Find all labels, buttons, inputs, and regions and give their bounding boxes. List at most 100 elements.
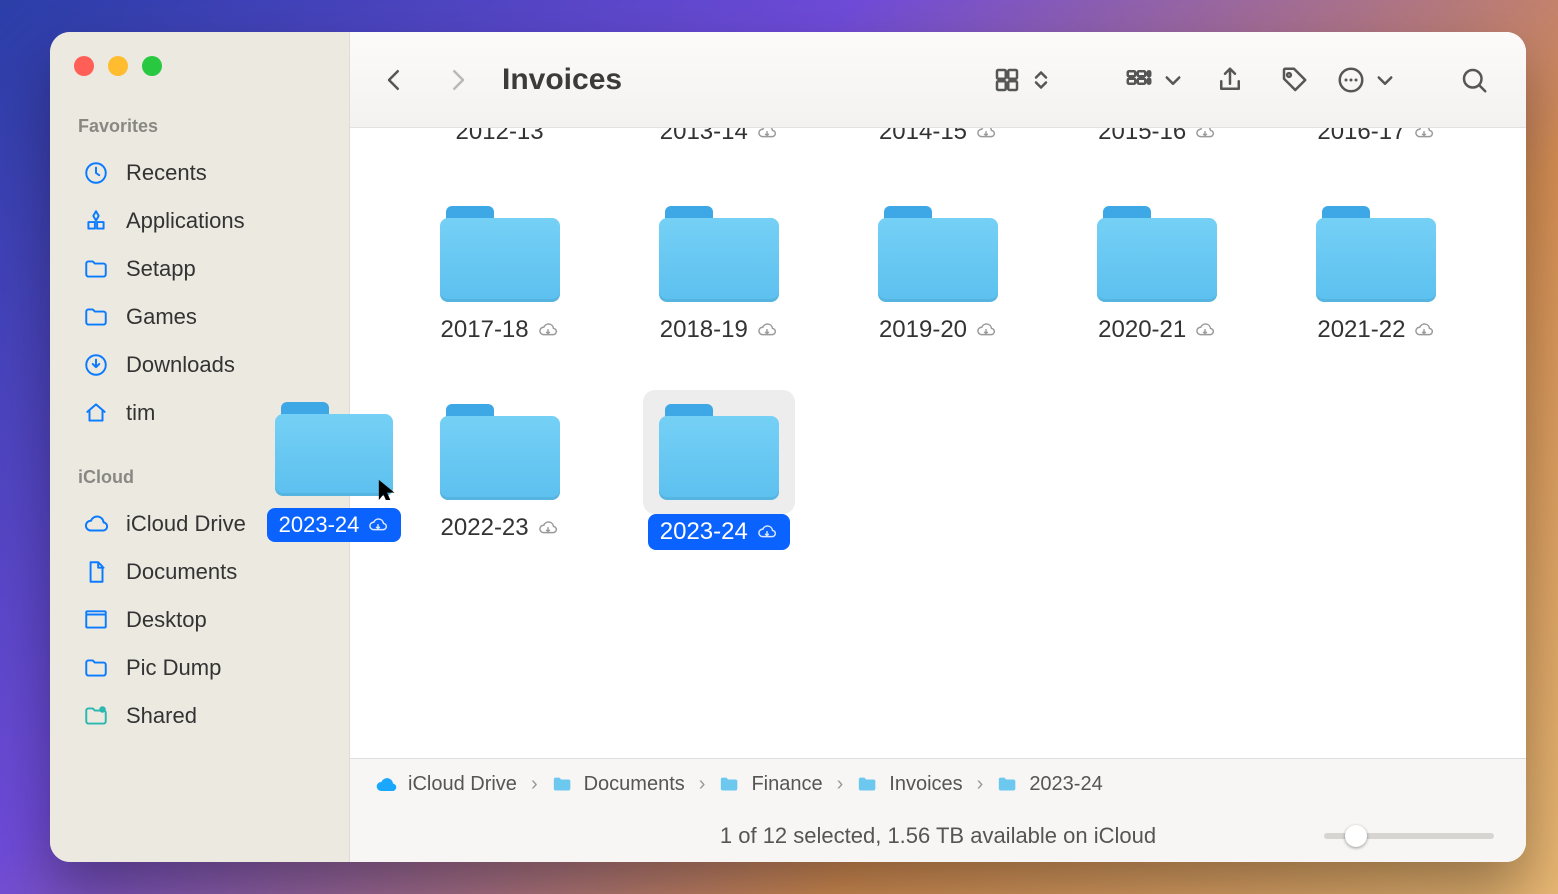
folder-icon: [997, 774, 1019, 796]
document-icon: [82, 558, 110, 586]
cloud-download-icon: [756, 319, 778, 341]
sidebar-item-games[interactable]: Games: [74, 293, 333, 341]
folder-label: 2012-13: [456, 128, 544, 146]
sidebar-item-setapp[interactable]: Setapp: [74, 245, 333, 293]
zoom-window-button[interactable]: [142, 56, 162, 76]
folder-label: 2022-23: [441, 514, 559, 542]
clock-icon: [82, 159, 110, 187]
finder-window: Favorites Recents Applications Setapp Ga…: [50, 32, 1526, 862]
sidebar-item-label: Pic Dump: [126, 655, 221, 681]
cloud-download-icon: [975, 319, 997, 341]
path-segment[interactable]: Invoices: [889, 773, 962, 796]
folder-icon: [857, 774, 879, 796]
folder-item[interactable]: 2013-14: [609, 128, 828, 146]
chevron-right-icon: ›: [699, 773, 706, 796]
sidebar-item-tim[interactable]: tim: [74, 389, 333, 437]
sidebar-item-icloud-drive[interactable]: iCloud Drive: [74, 500, 333, 548]
back-button[interactable]: [366, 52, 422, 108]
status-bar: 1 of 12 selected, 1.56 TB available on i…: [350, 810, 1526, 862]
folder-item[interactable]: 2018-19: [609, 206, 828, 344]
cloud-download-icon: [1413, 319, 1435, 341]
folder-label: 2013-14: [660, 128, 778, 146]
minimize-window-button[interactable]: [108, 56, 128, 76]
folder-icon: [719, 774, 741, 796]
folder-icon: [659, 206, 779, 302]
sidebar-item-label: Shared: [126, 703, 197, 729]
shared-folder-icon: [82, 702, 110, 730]
sidebar-section-label: Favorites: [78, 116, 333, 137]
folder-icon: [552, 774, 574, 796]
sidebar-item-label: Recents: [126, 160, 207, 186]
sidebar-item-label: Desktop: [126, 607, 207, 633]
cloud-download-icon: [1413, 128, 1435, 143]
folder-item[interactable]: 2015-16: [1048, 128, 1267, 146]
more-actions-button[interactable]: [1330, 52, 1406, 108]
sidebar-item-label: Documents: [126, 559, 237, 585]
sidebar-item-downloads[interactable]: Downloads: [74, 341, 333, 389]
sidebar-item-label: Games: [126, 304, 197, 330]
folder-item[interactable]: 2017-18: [390, 206, 609, 344]
folder-item[interactable]: 2014-15: [828, 128, 1047, 146]
folder-icon: [1097, 206, 1217, 302]
cloud-download-icon: [756, 521, 778, 543]
folder-item[interactable]: 2021-22: [1267, 206, 1486, 344]
forward-button[interactable]: [430, 52, 486, 108]
folder-label: 2021-22: [1317, 316, 1435, 344]
sidebar-item-shared[interactable]: Shared: [74, 692, 333, 740]
sidebar: Favorites Recents Applications Setapp Ga…: [50, 32, 350, 862]
status-text: 1 of 12 selected, 1.56 TB available on i…: [720, 823, 1156, 849]
main-pane: Invoices 2012-132013-142014-152015-16201…: [350, 32, 1526, 862]
cloud-download-icon: [537, 517, 559, 539]
sidebar-item-applications[interactable]: Applications: [74, 197, 333, 245]
folder-icon: [1316, 206, 1436, 302]
desktop-icon: [82, 606, 110, 634]
folder-icon: [82, 654, 110, 682]
sidebar-item-picdump[interactable]: Pic Dump: [74, 644, 333, 692]
folder-item[interactable]: 2012-13: [390, 128, 609, 146]
icon-size-slider[interactable]: [1324, 833, 1494, 839]
folder-item[interactable]: 2020-21: [1048, 206, 1267, 344]
sidebar-item-label: iCloud Drive: [126, 511, 246, 537]
folder-label: 2018-19: [660, 316, 778, 344]
folder-item[interactable]: 2023-24: [609, 404, 828, 550]
sidebar-item-desktop[interactable]: Desktop: [74, 596, 333, 644]
path-segment[interactable]: 2023-24: [1029, 773, 1102, 796]
folder-icon: [82, 303, 110, 331]
folder-label: 2020-21: [1098, 316, 1216, 344]
chevron-right-icon: ›: [977, 773, 984, 796]
folder-icon: [440, 404, 560, 500]
cloud-download-icon: [1194, 128, 1216, 143]
folder-icon: [82, 255, 110, 283]
view-mode-button[interactable]: [986, 52, 1062, 108]
home-icon: [82, 399, 110, 427]
folder-item[interactable]: 2016-17: [1267, 128, 1486, 146]
path-segment[interactable]: iCloud Drive: [408, 773, 517, 796]
folder-item[interactable]: 2019-20: [828, 206, 1047, 344]
path-segment[interactable]: Documents: [584, 773, 685, 796]
window-title: Invoices: [502, 63, 622, 97]
folder-icon: [659, 404, 779, 500]
folder-item[interactable]: 2022-23: [390, 404, 609, 550]
folder-label: 2019-20: [879, 316, 997, 344]
folder-icon: [440, 206, 560, 302]
cloud-download-icon: [756, 128, 778, 143]
chevron-right-icon: ›: [837, 773, 844, 796]
folder-label: 2023-24: [648, 514, 790, 550]
chevron-right-icon: ›: [531, 773, 538, 796]
download-icon: [82, 351, 110, 379]
file-grid[interactable]: 2012-13 2013-14 2014-152015-162016-17 2017-…: [350, 128, 1526, 758]
group-by-button[interactable]: [1118, 52, 1194, 108]
folder-label: 2017-18: [441, 316, 559, 344]
search-button[interactable]: [1446, 52, 1502, 108]
sidebar-item-documents[interactable]: Documents: [74, 548, 333, 596]
slider-knob[interactable]: [1345, 825, 1367, 847]
apps-icon: [82, 207, 110, 235]
cloud-download-icon: [537, 319, 559, 341]
share-button[interactable]: [1202, 52, 1258, 108]
cloud-download-icon: [975, 128, 997, 143]
sidebar-item-recents[interactable]: Recents: [74, 149, 333, 197]
close-window-button[interactable]: [74, 56, 94, 76]
sidebar-item-label: Applications: [126, 208, 245, 234]
tags-button[interactable]: [1266, 52, 1322, 108]
path-segment[interactable]: Finance: [751, 773, 822, 796]
